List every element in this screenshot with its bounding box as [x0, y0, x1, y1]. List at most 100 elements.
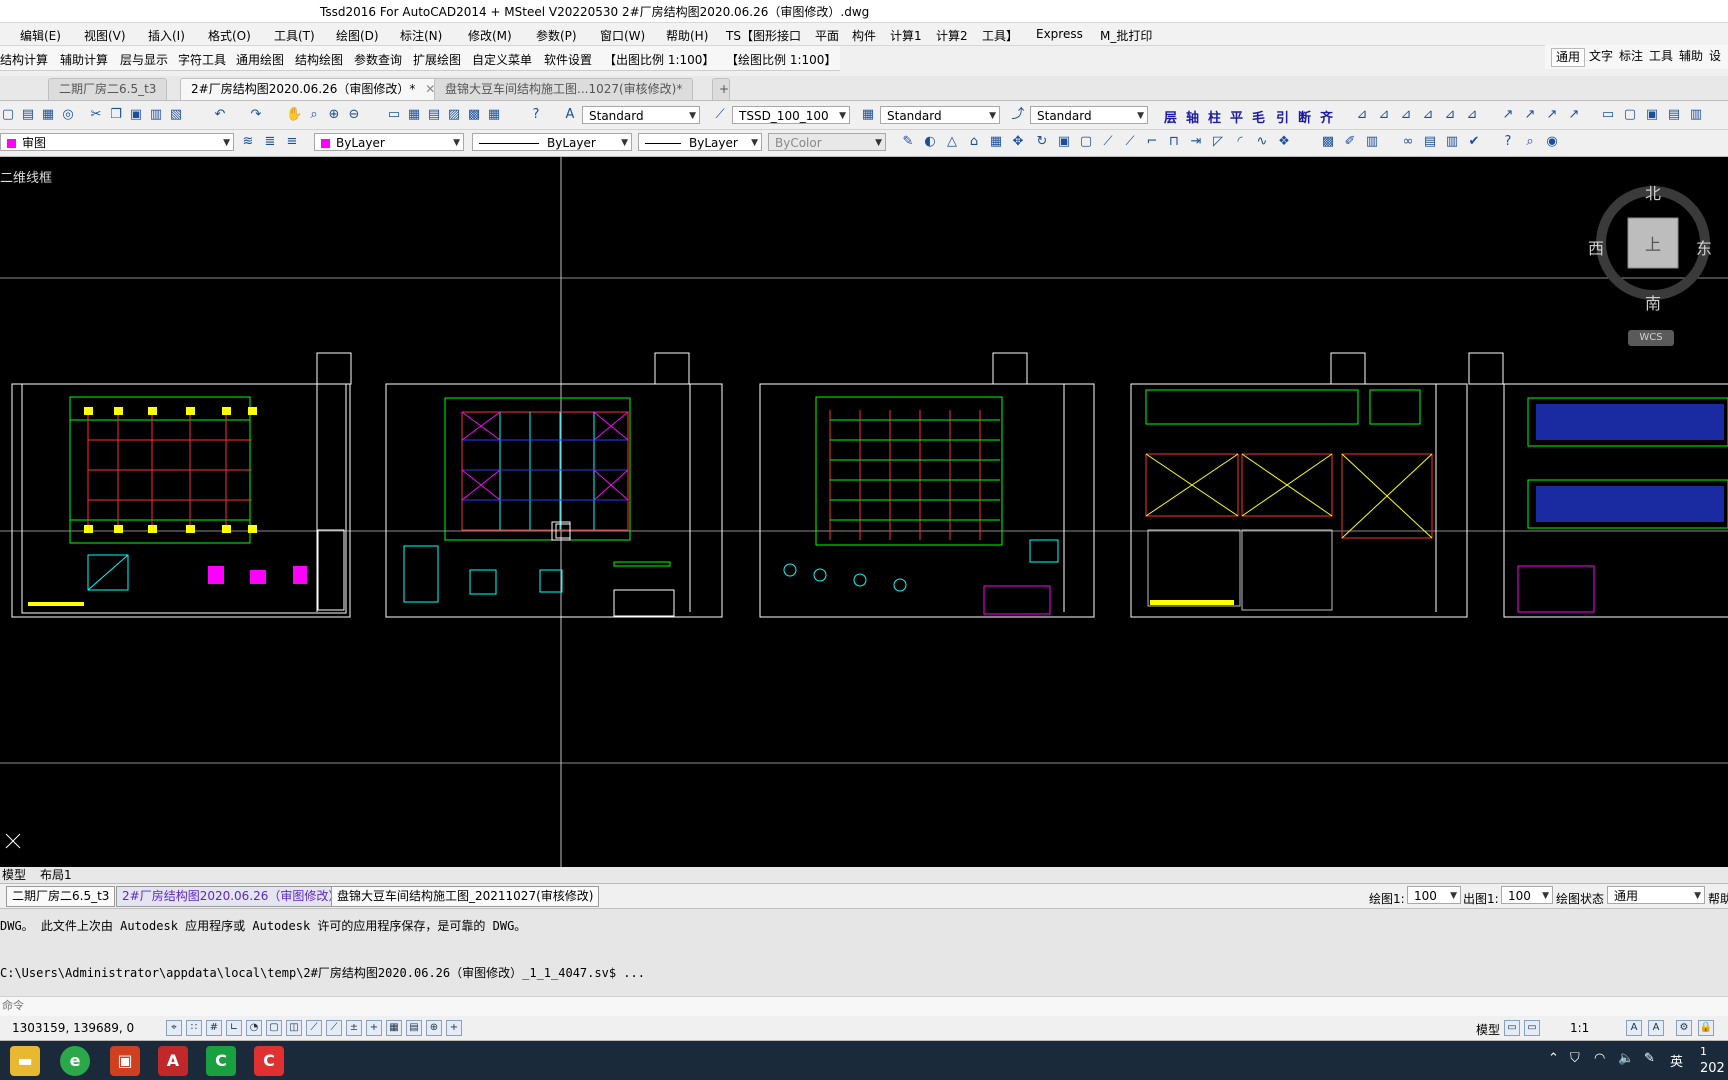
polar-icon[interactable]: ◔: [246, 1020, 262, 1036]
new-tab-button[interactable]: +: [712, 78, 730, 100]
qp-icon[interactable]: ▤: [406, 1020, 422, 1036]
sc-icon[interactable]: ⊕: [426, 1020, 442, 1036]
viewport-icon-5[interactable]: ▥: [1688, 107, 1704, 123]
tray-arrow-icon[interactable]: ⌃: [1548, 1051, 1559, 1066]
ts-leader-button[interactable]: 引: [1276, 107, 1289, 126]
plotstyle-select[interactable]: ByColor ▼: [768, 133, 886, 151]
pen-icon[interactable]: ✎: [1644, 1051, 1655, 1066]
new-icon[interactable]: ▢: [0, 107, 16, 123]
office-icon[interactable]: ▣: [110, 1046, 140, 1076]
coordinate-readout[interactable]: 1303159, 139689, 0: [12, 1021, 134, 1035]
ts-layer-button[interactable]: 层: [1164, 107, 1177, 126]
panel-icon-2[interactable]: ▥: [1444, 134, 1460, 150]
tssd-param-query[interactable]: 参数查询: [354, 51, 402, 68]
zoom-window-icon[interactable]: ⊕: [326, 107, 342, 123]
fillet-icon[interactable]: ◜: [1232, 134, 1248, 150]
break-point-icon[interactable]: ⊓: [1166, 134, 1182, 150]
annotation-scale[interactable]: 1:1: [1570, 1021, 1589, 1035]
am-icon[interactable]: +: [446, 1020, 462, 1036]
menu-modify[interactable]: 修改(M): [468, 27, 512, 44]
tssd-aux-calc[interactable]: 辅助计算: [60, 51, 108, 68]
app-red-c-icon[interactable]: C: [254, 1046, 284, 1076]
ts-align-button[interactable]: 齐: [1320, 107, 1333, 126]
brush-icon[interactable]: ✎: [900, 134, 916, 150]
menu-calc1[interactable]: 计算1: [890, 27, 922, 44]
linetype-select[interactable]: ByLayer ▼: [472, 133, 632, 151]
zoom-realtime-icon[interactable]: ⌕: [306, 107, 322, 123]
globe-icon[interactable]: ◉: [1544, 134, 1560, 150]
undo-icon[interactable]: ↶: [212, 107, 228, 123]
doc-tab-3[interactable]: 盘锦大豆车间结构施工图...1027(审核修改)*: [434, 78, 694, 100]
tab-layout1[interactable]: 布局1: [40, 867, 72, 883]
layer-current-icon[interactable]: ≣: [262, 134, 278, 150]
tssd-structure-draw[interactable]: 结构绘图: [295, 51, 343, 68]
menu-window[interactable]: 窗口(W): [600, 27, 645, 44]
chamfer-icon[interactable]: ◸: [1210, 134, 1226, 150]
grid-array-icon[interactable]: ▦: [988, 134, 1004, 150]
text-style-select[interactable]: Standard ▼: [582, 106, 700, 124]
menu-ts-interface[interactable]: TS【图形接口: [726, 27, 801, 44]
blend-icon[interactable]: ∿: [1254, 134, 1270, 150]
drawing-canvas[interactable]: [0, 157, 1728, 867]
viewport-label[interactable]: 二维线框: [0, 167, 52, 186]
color-select[interactable]: ByLayer ▼: [314, 133, 464, 151]
table-style-select[interactable]: Standard ▼: [880, 106, 1000, 124]
draw-state-select[interactable]: 通用 ▼: [1607, 886, 1705, 904]
break-icon[interactable]: ⌐: [1144, 134, 1160, 150]
osnap-icon[interactable]: ▢: [266, 1020, 282, 1036]
dim-radius-icon[interactable]: ⊿: [1398, 107, 1414, 123]
ts-axis-button[interactable]: 轴: [1186, 107, 1199, 126]
menu-help[interactable]: 帮助(H): [666, 27, 708, 44]
autocad-icon[interactable]: A: [158, 1046, 188, 1076]
file-tab-1[interactable]: 二期厂房二6.5_t3: [6, 886, 116, 907]
lineweight-icon[interactable]: +: [366, 1020, 382, 1036]
tab-settings[interactable]: 设: [1705, 48, 1725, 65]
out-scale-select[interactable]: 100 ▼: [1501, 886, 1553, 904]
tssd-text-tools[interactable]: 字符工具: [178, 51, 226, 68]
copy-icon[interactable]: ❐: [108, 107, 124, 123]
draw-scale-select[interactable]: 100 ▼: [1407, 886, 1461, 904]
compass-west[interactable]: 西: [1588, 235, 1604, 259]
3dosnap-icon[interactable]: ◫: [286, 1020, 302, 1036]
tab-general[interactable]: 通用: [1551, 48, 1586, 67]
zoom-prev-icon[interactable]: ⊖: [346, 107, 362, 123]
panel-icon-1[interactable]: ▤: [1422, 134, 1438, 150]
open-icon[interactable]: ▤: [20, 107, 36, 123]
snap-icon[interactable]: ∷: [186, 1020, 202, 1036]
calc-icon[interactable]: ▦: [486, 107, 502, 123]
ime-indicator[interactable]: 英: [1670, 1051, 1683, 1070]
move-icon[interactable]: ✥: [1010, 134, 1026, 150]
file-explorer-icon[interactable]: ▬: [10, 1046, 40, 1076]
compass-south[interactable]: 南: [1645, 290, 1661, 314]
text-style-icon[interactable]: A: [562, 107, 578, 123]
browser-icon[interactable]: e: [60, 1046, 90, 1076]
wcs-menu[interactable]: WCS: [1628, 330, 1674, 346]
layer-manager-icon[interactable]: ≋: [240, 134, 256, 150]
ortho-icon[interactable]: ∟: [226, 1020, 242, 1036]
array-icon[interactable]: ⌂: [966, 134, 982, 150]
network-icon[interactable]: ◠: [1594, 1051, 1605, 1066]
lock-icon[interactable]: 🔒: [1698, 1020, 1714, 1036]
tssd-settings[interactable]: 软件设置: [544, 51, 592, 68]
dim-base-icon[interactable]: ⊿: [1442, 107, 1458, 123]
designcenter-icon[interactable]: ▦: [406, 107, 422, 123]
grid-icon[interactable]: #: [206, 1020, 222, 1036]
workspace-gear-icon[interactable]: ⚙: [1676, 1020, 1692, 1036]
toolpalette-icon[interactable]: ▤: [426, 107, 442, 123]
compass-north[interactable]: 北: [1645, 180, 1661, 204]
viewcube[interactable]: 北 南 西 东 上: [1588, 180, 1720, 313]
tssd-custom-menu[interactable]: 自定义菜单: [472, 51, 532, 68]
preview-icon[interactable]: ◎: [60, 107, 76, 123]
menu-tools2[interactable]: 工具】: [982, 27, 1018, 44]
link-icon[interactable]: ∞: [1400, 134, 1416, 150]
explode-icon[interactable]: ❖: [1276, 134, 1292, 150]
tab-model[interactable]: 模型: [2, 867, 26, 883]
dim-linear-icon[interactable]: ⊿: [1354, 107, 1370, 123]
lineweight-select[interactable]: ByLayer ▼: [638, 133, 762, 151]
doc-tab-2[interactable]: 2#厂房结构图2020.06.26（审图修改）* ✕: [180, 78, 447, 100]
help-link[interactable]: 帮助: [1708, 890, 1728, 907]
sheetset-icon[interactable]: ▨: [446, 107, 462, 123]
tab-tools[interactable]: 工具: [1645, 48, 1677, 65]
file-tab-2[interactable]: 2#厂房结构图2020.06.26（审图修改）: [116, 886, 347, 907]
checklist-icon[interactable]: ✔: [1466, 134, 1482, 150]
